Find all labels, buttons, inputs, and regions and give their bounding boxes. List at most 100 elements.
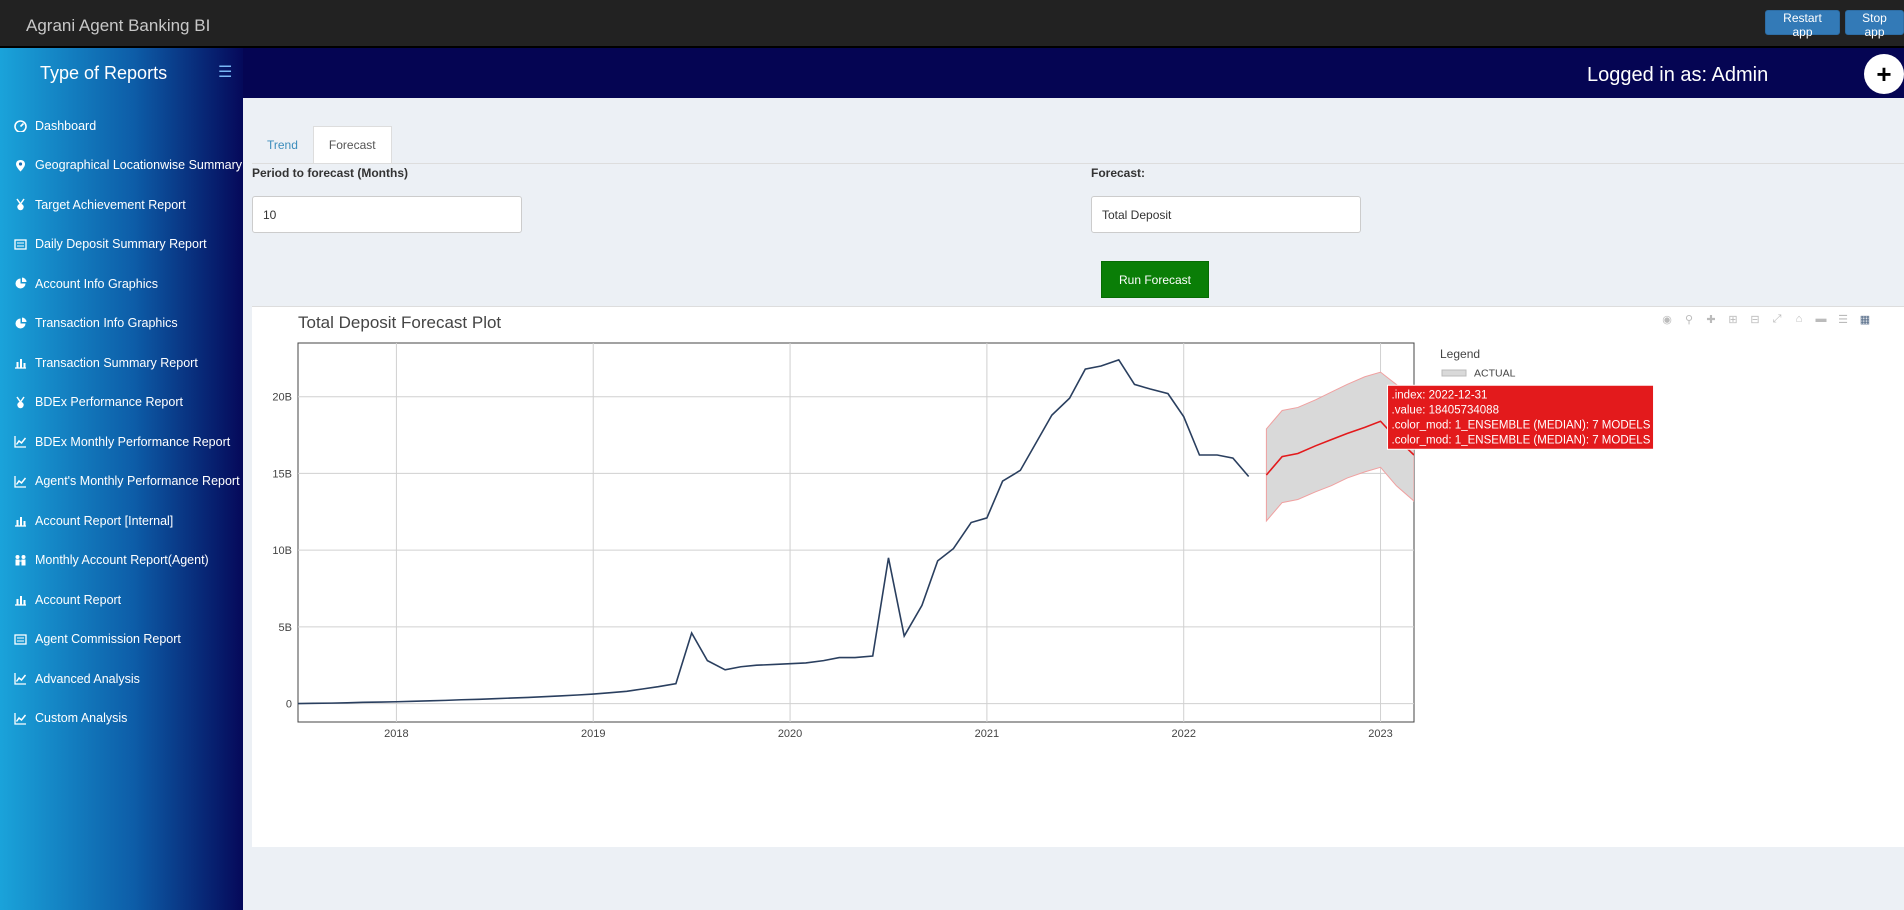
camera-icon[interactable]: ◉ [1658, 313, 1676, 329]
pie-chart-icon [15, 277, 27, 289]
list-icon [14, 634, 27, 645]
sidebar-item-account-info-graphics[interactable]: Account Info Graphics [0, 264, 243, 304]
sidebar-item-bdex-performance-report[interactable]: BDEx Performance Report [0, 383, 243, 423]
sidebar-item-label: Transaction Summary Report [35, 355, 198, 370]
tooltip-line: .color_mod: 1_ENSEMBLE (MEDIAN): 7 MODEL… [1392, 419, 1651, 431]
sidebar-item-label: Account Report [Internal] [35, 513, 174, 528]
sidebar-item-label: Agent's Monthly Performance Report [35, 474, 240, 489]
sidebar-item-custom-analysis[interactable]: Custom Analysis [0, 699, 243, 739]
sidebar-item-account-report-internal[interactable]: Account Report [Internal] [0, 501, 243, 541]
zoom-in-icon[interactable]: ⊞ [1724, 313, 1742, 329]
sidebar: Type of Reports Dashboard Geographical Lo… [0, 48, 243, 910]
pan-icon[interactable]: ✚ [1702, 313, 1720, 329]
app-title: Agrani Agent Banking BI [26, 16, 211, 35]
forecast-label: Forecast: [1091, 166, 1146, 180]
sidebar-item-geographical-locationwise-summary[interactable]: Geographical Locationwise Summary [0, 146, 243, 186]
forecast-select[interactable] [1091, 196, 1361, 233]
zoom-icon[interactable]: ⚲ [1680, 313, 1698, 329]
sidebar-item-monthly-account-report-agent[interactable]: Monthly Account Report(Agent) [0, 541, 243, 581]
plot-modebar: ◉ ⚲ ✚ ⊞ ⊟ ⤢ ⌂ ▬ ☰ ▦ [1658, 313, 1874, 329]
tabs-divider [252, 163, 1904, 164]
pie-chart-icon [15, 317, 27, 329]
x-tick-label: 2019 [581, 728, 605, 740]
sidebar-item-label: BDEx Performance Report [35, 395, 183, 410]
autoscale-icon[interactable]: ⤢ [1768, 313, 1786, 329]
people-icon [15, 554, 26, 566]
sidebar-title: Type of Reports [40, 62, 168, 83]
sidebar-header: Type of Reports [0, 48, 243, 98]
line-chart-icon [14, 436, 27, 448]
tooltip-line: .color_mod: 1_ENSEMBLE (MEDIAN): 7 MODEL… [1392, 434, 1651, 446]
bar-chart-icon [15, 596, 26, 606]
sidebar-item-label: Account Info Graphics [35, 276, 158, 291]
sidebar-item-account-report[interactable]: Account Report [0, 580, 243, 620]
sidebar-item-daily-deposit-summary-report[interactable]: Daily Deposit Summary Report [0, 225, 243, 265]
sidebar-item-label: BDEx Monthly Performance Report [35, 434, 231, 449]
sidebar-item-label: Custom Analysis [35, 711, 128, 726]
x-tick-label: 2021 [975, 728, 999, 740]
y-tick-label: 15B [272, 468, 292, 480]
x-tick-label: 2022 [1171, 728, 1195, 740]
medal-icon [16, 198, 25, 211]
tooltip-line: .value: 18405734088 [1392, 404, 1499, 416]
restart-app-button[interactable]: Restart app [1765, 10, 1840, 39]
legend-entry: ACTUAL [1474, 368, 1516, 380]
plotly-logo-icon[interactable]: ▦ [1856, 313, 1874, 329]
map-marker-icon [16, 159, 25, 172]
line-chart-icon [14, 712, 27, 725]
sidebar-item-agent-s-monthly-performance-report[interactable]: Agent's Monthly Performance Report [0, 462, 243, 502]
x-tick-label: 2018 [384, 728, 408, 740]
line-chart-icon [14, 673, 27, 685]
top-bar: Agrani Agent Banking BI Restart app Stop… [0, 0, 1904, 48]
sidebar-item-label: Transaction Info Graphics [35, 316, 178, 331]
sidebar-item-label: Agent Commission Report [35, 632, 181, 647]
tabset: Trend Forecast [252, 126, 392, 164]
sidebar-item-label: Advanced Analysis [35, 671, 140, 686]
bar-chart-icon [15, 517, 26, 527]
bar-chart-icon [15, 359, 26, 369]
sidebar-item-target-achievement-report[interactable]: Target Achievement Report [0, 185, 243, 225]
tab-forecast[interactable]: Forecast [312, 126, 392, 164]
sidebar-item-transaction-summary-report[interactable]: Transaction Summary Report [0, 343, 243, 383]
sidebar-item-dashboard[interactable]: Dashboard [0, 106, 243, 146]
sidebar-item-label: Dashboard [35, 118, 97, 133]
compare-icon[interactable]: ☰ [1834, 313, 1852, 329]
x-tick-label: 2020 [778, 728, 802, 740]
sidebar-item-label: Account Report [35, 592, 122, 607]
sidebar-menu: Dashboard Geographical Locationwise Summa… [0, 106, 243, 738]
list-icon [14, 239, 27, 250]
zoom-out-icon[interactable]: ⊟ [1746, 313, 1764, 329]
tab-trend[interactable]: Trend [252, 126, 313, 164]
line-chart-icon [14, 475, 27, 488]
logged-in-label: Logged in as: Admin [1587, 64, 1769, 86]
y-tick-label: 10B [272, 545, 292, 557]
legend-title: Legend [1440, 347, 1480, 361]
sidebar-item-advanced-analysis[interactable]: Advanced Analysis [0, 659, 243, 699]
sidebar-item-label: Daily Deposit Summary Report [35, 237, 207, 252]
sidebar-item-transaction-info-graphics[interactable]: Transaction Info Graphics [0, 304, 243, 344]
sidebar-item-bdex-monthly-performance-report[interactable]: BDEx Monthly Performance Report [0, 422, 243, 462]
run-forecast-button[interactable]: Run Forecast [1101, 261, 1209, 298]
medal-icon [16, 396, 25, 408]
page-header: Logged in as: Admin + [243, 48, 1904, 98]
sidebar-item-agent-commission-report[interactable]: Agent Commission Report [0, 620, 243, 660]
y-tick-label: 5B [279, 622, 292, 634]
sidebar-item-label: Geographical Locationwise Summary [35, 158, 243, 173]
dashboard-icon [14, 120, 27, 133]
plus-icon[interactable]: + [1864, 54, 1904, 94]
sidebar-toggle-icon[interactable]: ☰ [218, 62, 232, 82]
chart-svg: 2018 2019 2020 2021 2022 2023 0 5B 10B 15B 20B Lege… [272, 342, 1655, 740]
y-tick-label: 20B [272, 392, 292, 404]
period-label: Period to forecast (Months) [252, 166, 409, 180]
period-input[interactable] [252, 196, 522, 233]
sidebar-item-label: Target Achievement Report [35, 197, 186, 212]
stop-app-button[interactable]: Stop app [1845, 10, 1904, 39]
legend-swatch [1441, 369, 1467, 377]
plot-area [297, 342, 1415, 723]
home-icon[interactable]: ⌂ [1790, 313, 1808, 329]
sidebar-item-label: Monthly Account Report(Agent) [35, 553, 209, 568]
tooltip-line: .index: 2022-12-31 [1392, 389, 1488, 401]
x-tick-label: 2023 [1368, 728, 1392, 740]
spike-icon[interactable]: ▬ [1812, 313, 1830, 329]
y-tick-label: 0 [286, 699, 292, 711]
